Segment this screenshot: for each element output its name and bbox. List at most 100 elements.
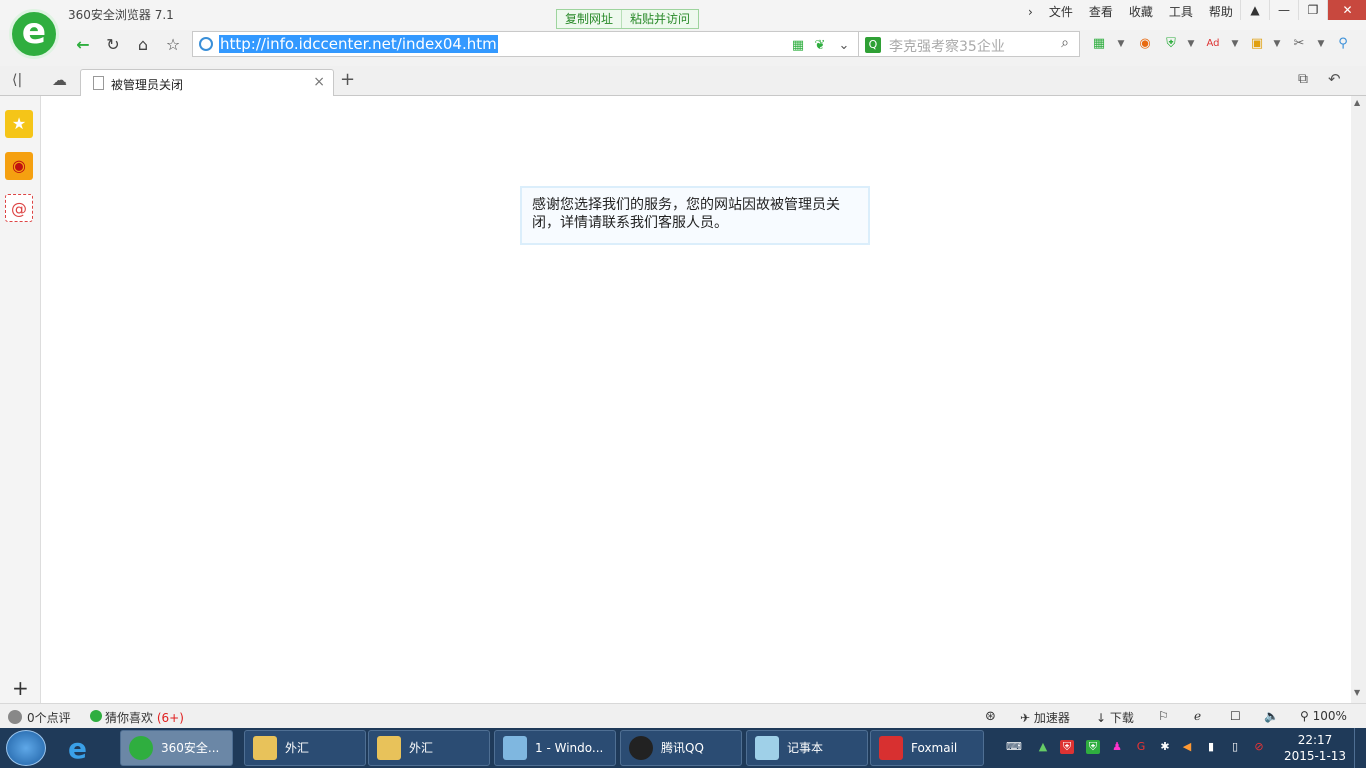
- tray-sogou-icon[interactable]: G: [1134, 740, 1148, 754]
- guess-icon: [90, 710, 102, 722]
- guess-link[interactable]: 猜你喜欢 (6+): [105, 709, 184, 726]
- close-button[interactable]: ✕: [1327, 0, 1366, 20]
- tab-list-icon[interactable]: ⧉: [1298, 71, 1308, 87]
- ie-icon[interactable]: e: [68, 732, 87, 765]
- photo-icon: [503, 736, 527, 760]
- cloud-icon[interactable]: ☁: [52, 71, 67, 89]
- search-icon[interactable]: ⌕: [1061, 35, 1069, 51]
- search-input[interactable]: 李克强考察35企业: [889, 36, 1005, 56]
- taskbar-label: 外汇: [409, 741, 434, 755]
- accelerator-button[interactable]: ✈ 加速器: [1020, 709, 1070, 726]
- tray-qq-icon[interactable]: ♟: [1110, 740, 1124, 754]
- tab-close-icon[interactable]: ×: [313, 74, 325, 90]
- folder-icon: [253, 736, 277, 760]
- scroll-down-icon[interactable]: ▼: [1354, 688, 1360, 697]
- menu-chevron-icon[interactable]: ›: [1020, 4, 1041, 20]
- sound-icon[interactable]: 🔈: [1264, 709, 1279, 723]
- ie-mode-icon[interactable]: ℯ: [1194, 709, 1201, 723]
- translate-icon[interactable]: ▣: [1248, 35, 1266, 53]
- skin-icon[interactable]: ▲: [1240, 0, 1269, 20]
- volume-icon[interactable]: ◀: [1180, 740, 1194, 754]
- apps-icon[interactable]: ▦: [1090, 35, 1108, 53]
- navigation-bar: ← ↻ ⌂ ☆ http://info.idccenter.net/index0…: [66, 30, 1366, 58]
- taskbar-item-notepad[interactable]: 记事本: [746, 730, 868, 766]
- url-text[interactable]: http://info.idccenter.net/index04.htm: [219, 35, 498, 53]
- window-icon[interactable]: ☐: [1230, 709, 1241, 723]
- dropdown-chevron-icon[interactable]: ⌄: [835, 37, 853, 55]
- copy-url-button[interactable]: 复制网址: [557, 10, 621, 28]
- start-button[interactable]: [6, 730, 46, 766]
- download-button[interactable]: ↓ 下载: [1096, 709, 1134, 726]
- vertical-scrollbar[interactable]: ▲ ▼: [1351, 96, 1366, 703]
- undo-close-icon[interactable]: ↶: [1328, 70, 1341, 88]
- minimize-button[interactable]: —: [1269, 0, 1298, 20]
- game-icon[interactable]: ◉: [1136, 35, 1154, 53]
- new-tab-button[interactable]: +: [340, 69, 355, 90]
- tab-active[interactable]: 被管理员关闭 ×: [80, 69, 334, 97]
- menu-file[interactable]: 文件: [1041, 4, 1081, 20]
- scroll-up-icon[interactable]: ▲: [1354, 98, 1360, 107]
- tab-bar: ⟨| ☁ 被管理员关闭 × + ⧉ ↶: [0, 66, 1366, 97]
- clock-date: 2015-1-13: [1283, 749, 1347, 763]
- taskbar: e 360安全... 外汇 外汇 1 - Windo... 腾讯QQ 记事本 F…: [0, 728, 1366, 768]
- bluetooth-icon[interactable]: ✱: [1158, 740, 1172, 754]
- keyboard-icon[interactable]: ⌨: [1006, 740, 1022, 754]
- screenshot-icon[interactable]: ✂: [1290, 35, 1308, 53]
- window-controls: ▲ — ❐ ✕: [1240, 0, 1366, 20]
- closed-notice: 感谢您选择我们的服务，您的网站因故被管理员关闭，详情请联系我们客服人员。: [520, 186, 870, 245]
- weibo-icon[interactable]: ◉: [5, 152, 33, 180]
- notepad-icon: [755, 736, 779, 760]
- comments-link[interactable]: 0个点评: [27, 709, 71, 726]
- paste-visit-button[interactable]: 粘贴并访问: [621, 10, 698, 28]
- zoom-control[interactable]: ⚲ 100%: [1300, 709, 1347, 723]
- tray-app-icon[interactable]: ▲: [1036, 740, 1050, 754]
- screenshot-dropdown-icon[interactable]: ▼: [1312, 35, 1330, 53]
- shield-icon[interactable]: ⛨: [1162, 35, 1180, 53]
- taskbar-item-foxmail[interactable]: Foxmail: [870, 730, 984, 766]
- search-engine-icon[interactable]: Q: [865, 37, 881, 53]
- address-bar[interactable]: http://info.idccenter.net/index04.htm ▦ …: [192, 31, 860, 57]
- shield-dropdown-icon[interactable]: ▼: [1182, 35, 1200, 53]
- sidebar-add-button[interactable]: +: [12, 676, 29, 700]
- adblock-dropdown-icon[interactable]: ▼: [1226, 35, 1244, 53]
- sidebar: ★ ◉ @ +: [0, 96, 41, 703]
- power-icon[interactable]: ▯: [1228, 740, 1242, 754]
- back-button[interactable]: ←: [70, 33, 96, 57]
- qrcode-icon[interactable]: ▦: [789, 37, 807, 55]
- apps-dropdown-icon[interactable]: ▼: [1112, 35, 1130, 53]
- tray-360-icon[interactable]: ⛨: [1086, 740, 1100, 754]
- home-button[interactable]: ⌂: [130, 33, 156, 57]
- tray-shield-icon[interactable]: ⛨: [1060, 740, 1074, 754]
- maximize-button[interactable]: ❐: [1298, 0, 1327, 20]
- leaf-icon[interactable]: ❦: [811, 37, 829, 55]
- guess-count: (6+): [156, 711, 184, 725]
- menu-favorites[interactable]: 收藏: [1121, 4, 1161, 20]
- sidebar-toggle-icon[interactable]: ⟨|: [12, 72, 22, 88]
- search-box[interactable]: Q 李克强考察35企业 ⌕: [858, 31, 1080, 57]
- favorite-star-button[interactable]: ☆: [160, 33, 186, 57]
- speed-icon[interactable]: ⊛: [985, 709, 996, 724]
- refresh-button[interactable]: ↻: [100, 33, 126, 57]
- mail-icon[interactable]: @: [5, 194, 33, 222]
- system-clock[interactable]: 22:17 2015-1-13: [1280, 732, 1350, 764]
- taskbar-label: Foxmail: [911, 741, 958, 755]
- translate-dropdown-icon[interactable]: ▼: [1268, 35, 1286, 53]
- network-icon[interactable]: ▮: [1204, 740, 1218, 754]
- zoom-icon[interactable]: ⚲: [1334, 35, 1352, 53]
- favorites-star-icon[interactable]: ★: [5, 110, 33, 138]
- taskbar-item-360[interactable]: 360安全...: [120, 730, 233, 766]
- mute-icon[interactable]: ⊘: [1252, 740, 1266, 754]
- browser-logo-icon[interactable]: e: [9, 9, 59, 59]
- menu-help[interactable]: 帮助: [1201, 4, 1241, 20]
- flag-icon[interactable]: ⚐: [1158, 709, 1169, 723]
- menu-view[interactable]: 查看: [1081, 4, 1121, 20]
- taskbar-label: 记事本: [787, 741, 824, 755]
- show-desktop-button[interactable]: [1354, 728, 1366, 768]
- taskbar-item-qq[interactable]: 腾讯QQ: [620, 730, 742, 766]
- menu-tools[interactable]: 工具: [1161, 4, 1201, 20]
- adblock-icon[interactable]: Ad: [1204, 35, 1222, 53]
- taskbar-item-folder[interactable]: 外汇: [244, 730, 366, 766]
- taskbar-item-photo-viewer[interactable]: 1 - Windo...: [494, 730, 616, 766]
- comment-icon: [8, 710, 22, 724]
- taskbar-item-folder[interactable]: 外汇: [368, 730, 490, 766]
